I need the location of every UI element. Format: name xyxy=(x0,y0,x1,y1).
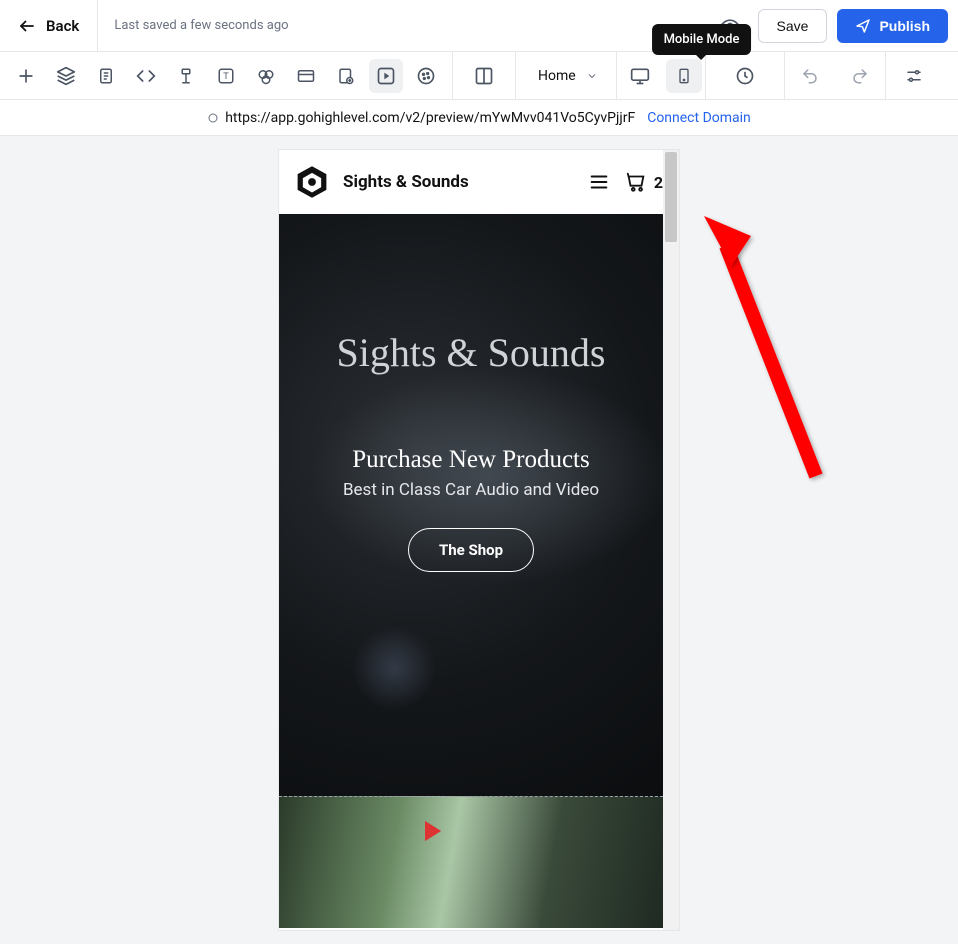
color-button[interactable] xyxy=(246,52,286,100)
history-icon xyxy=(735,66,755,86)
redo-icon xyxy=(850,67,870,85)
save-button[interactable]: Save xyxy=(758,9,828,43)
url-text: https://app.gohighlevel.com/v2/preview/m… xyxy=(225,110,635,126)
play-square-icon xyxy=(376,66,396,86)
chevron-down-icon xyxy=(586,70,598,82)
form-icon xyxy=(337,66,355,86)
media-button[interactable] xyxy=(369,59,403,93)
arrow-left-icon xyxy=(18,17,36,35)
mobile-preview-frame[interactable]: Sights & Sounds 2 Sights & Sounds Purcha… xyxy=(279,150,679,930)
hamburger-menu-button[interactable] xyxy=(588,171,610,193)
publish-label: Publish xyxy=(879,18,930,34)
page-button[interactable] xyxy=(86,52,126,100)
hero-section[interactable]: Sights & Sounds Purchase New Products Be… xyxy=(279,214,663,796)
plus-icon xyxy=(16,66,36,86)
header-actions: Mobile Mode Save Publish xyxy=(702,8,958,44)
version-button[interactable] xyxy=(706,52,784,100)
hero-subtitle: Purchase New Products xyxy=(352,446,589,474)
cart-button[interactable]: 2 xyxy=(624,171,663,193)
mobile-icon xyxy=(676,66,692,86)
droplet-icon xyxy=(257,66,275,86)
layers-icon xyxy=(56,66,76,86)
publish-button[interactable]: Publish xyxy=(837,9,948,43)
back-label: Back xyxy=(46,17,79,35)
code-button[interactable] xyxy=(126,52,166,100)
undo-button[interactable] xyxy=(785,52,835,100)
page-selector[interactable]: Home xyxy=(516,52,616,99)
cart-count: 2 xyxy=(654,173,663,192)
editor-canvas: Sights & Sounds 2 Sights & Sounds Purcha… xyxy=(0,136,958,944)
send-icon xyxy=(855,18,871,34)
form-button[interactable] xyxy=(326,52,366,100)
site-logo xyxy=(295,165,329,199)
tool-group-layout xyxy=(453,52,516,99)
tool-group-viewport xyxy=(617,52,706,99)
page-name: Home xyxy=(538,68,576,84)
cookie-button[interactable] xyxy=(406,52,446,100)
columns-button[interactable] xyxy=(453,52,515,100)
desktop-icon xyxy=(630,66,650,86)
undo-icon xyxy=(800,67,820,85)
image-section[interactable] xyxy=(279,796,663,928)
preview-url-bar: https://app.gohighlevel.com/v2/preview/m… xyxy=(0,100,958,136)
desktop-mode-button[interactable] xyxy=(617,52,663,100)
structure-icon xyxy=(177,66,195,86)
connect-domain-link[interactable]: Connect Domain xyxy=(647,110,751,126)
shop-button[interactable]: The Shop xyxy=(408,528,534,572)
card-icon xyxy=(296,67,316,85)
hexagon-logo-icon xyxy=(296,165,328,199)
mobile-mode-button[interactable] xyxy=(666,59,702,93)
code-icon xyxy=(136,66,156,86)
editor-toolbar: T Home xyxy=(0,52,958,100)
site-brand: Sights & Sounds xyxy=(343,172,574,192)
columns-icon xyxy=(474,66,494,86)
text-button[interactable]: T xyxy=(206,52,246,100)
hero-tagline: Best in Class Car Audio and Video xyxy=(343,480,599,500)
mobile-mode-tooltip: Mobile Mode xyxy=(652,24,752,55)
back-button[interactable]: Back xyxy=(0,17,97,35)
preview-scrollbar[interactable] xyxy=(663,150,679,930)
app-header: Back Last saved a few seconds ago Mobile… xyxy=(0,0,958,52)
structure-button[interactable] xyxy=(166,52,206,100)
card-button[interactable] xyxy=(286,52,326,100)
cookie-icon xyxy=(416,66,436,86)
tool-group-undo xyxy=(785,52,886,99)
tool-group-page: Home xyxy=(516,52,617,99)
annotation-arrow xyxy=(696,206,836,486)
site-header: Sights & Sounds 2 xyxy=(279,150,679,214)
preview-url: https://app.gohighlevel.com/v2/preview/m… xyxy=(207,110,635,126)
layers-button[interactable] xyxy=(46,52,86,100)
page-icon xyxy=(97,66,115,86)
scrollbar-thumb[interactable] xyxy=(665,152,677,242)
cart-icon xyxy=(624,171,648,193)
tool-group-history xyxy=(706,52,785,99)
tool-group-settings xyxy=(886,52,942,99)
redo-button[interactable] xyxy=(835,52,885,100)
circle-icon xyxy=(207,112,219,124)
tool-group-elements: T xyxy=(0,52,453,99)
text-icon: T xyxy=(217,67,235,85)
saved-status: Last saved a few seconds ago xyxy=(98,18,701,33)
hero-title: Sights & Sounds xyxy=(337,329,606,376)
add-element-button[interactable] xyxy=(6,52,46,100)
svg-text:T: T xyxy=(223,71,229,81)
sliders-icon xyxy=(904,67,924,85)
settings-button[interactable] xyxy=(886,52,942,100)
menu-icon xyxy=(588,171,610,193)
